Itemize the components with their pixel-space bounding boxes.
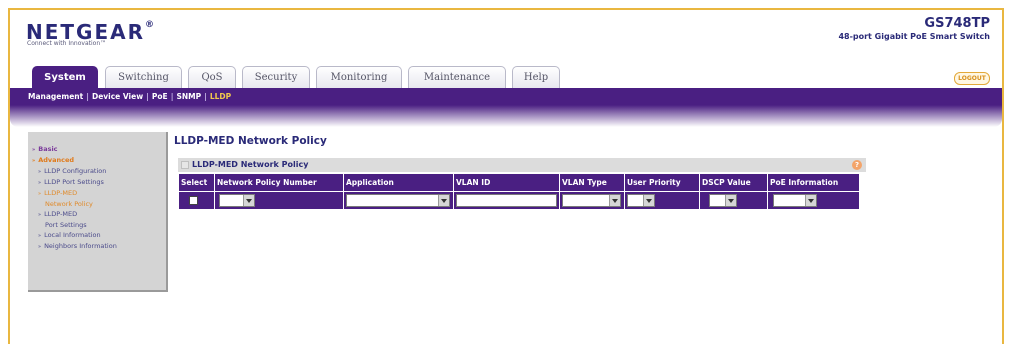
nav-arrow-icon: » — [38, 233, 42, 239]
subnav-separator: | — [86, 92, 89, 101]
user-priority-select[interactable] — [627, 194, 655, 207]
tab-help[interactable]: Help — [512, 66, 560, 88]
poe-information-select[interactable] — [773, 194, 817, 207]
poe-information-cell — [767, 191, 860, 210]
nav-lldp-configuration[interactable]: » LLDP Configuration — [28, 166, 166, 177]
subnav-lldp[interactable]: LLDP — [210, 92, 231, 101]
chevron-down-icon — [438, 195, 449, 206]
chevron-down-icon — [243, 195, 254, 206]
column-header-vlan-type: VLAN Type — [559, 173, 625, 192]
nav-arrow-icon: » — [38, 180, 42, 186]
vlan-type-cell — [559, 191, 625, 210]
tab-qos[interactable]: QoS — [188, 66, 236, 88]
nav-lldp-port-settings[interactable]: » LLDP Port Settings — [28, 177, 166, 188]
page-title: LLDP-MED Network Policy — [174, 135, 327, 147]
nav-item-label: Local Information — [44, 231, 101, 239]
subnav-poe[interactable]: PoE — [152, 92, 168, 101]
nav-item-label: LLDP Port Settings — [44, 178, 104, 186]
chevron-down-icon — [725, 195, 736, 206]
nav-item-label: LLDP Configuration — [44, 167, 107, 175]
column-header-dscp-value: DSCP Value — [699, 173, 768, 192]
dscp-value-cell — [699, 191, 768, 210]
nav-item-label: LLDP-MED — [44, 189, 78, 197]
table-row — [178, 191, 860, 210]
vlan-id-input[interactable] — [456, 194, 557, 207]
tab-system[interactable]: System — [32, 66, 98, 88]
panel-collapse-icon[interactable] — [181, 161, 189, 169]
content-header-band — [10, 105, 1002, 127]
subnav-separator: | — [170, 92, 174, 101]
nav-lldp-med-network-policy[interactable]: » LLDP-MED — [28, 188, 166, 199]
subnav-separator: | — [146, 92, 149, 101]
policy-number-cell — [214, 191, 344, 210]
tagline: Connect with Innovation™ — [27, 40, 107, 47]
nav-arrow-icon: » — [38, 191, 42, 197]
logout-button[interactable]: LOGOUT — [954, 72, 990, 85]
nav-basic[interactable]: » Basic — [28, 144, 166, 155]
column-header-user-priority: User Priority — [624, 173, 700, 192]
tab-switching[interactable]: Switching — [105, 66, 182, 88]
header: NETGEAR® Connect with Innovation™ GS748T… — [10, 10, 1002, 68]
help-icon[interactable]: ? — [852, 160, 862, 170]
column-header-select: Select — [178, 173, 215, 192]
vlan-id-cell — [453, 191, 560, 210]
nav-lldp-med-port-settings-line2[interactable]: Port Settings — [28, 220, 166, 230]
nav-neighbors-information[interactable]: » Neighbors Information — [28, 241, 166, 252]
model-name: GS748TP — [924, 16, 990, 31]
select-checkbox[interactable] — [189, 196, 198, 206]
nav-lldp-med-port-settings[interactable]: » LLDP-MED — [28, 209, 166, 220]
tab-monitoring[interactable]: Monitoring — [316, 66, 402, 88]
application-cell — [343, 191, 454, 210]
nav-arrow-icon: » — [32, 147, 36, 153]
registered-mark: ® — [145, 20, 156, 30]
select-cell — [178, 191, 215, 210]
subnav-separator: | — [204, 92, 207, 101]
nav-arrow-icon: » — [38, 212, 42, 218]
panel-title: LLDP-MED Network Policy — [192, 160, 309, 169]
chevron-down-icon — [643, 195, 654, 206]
vlan-type-select[interactable] — [562, 194, 621, 207]
subnav-management[interactable]: Management — [28, 92, 83, 101]
user-priority-cell — [624, 191, 700, 210]
column-header-network-policy-number: Network Policy Number — [214, 173, 344, 192]
column-header-vlan-id: VLAN ID — [453, 173, 560, 192]
sub-navigation: Management | Device View | PoE | SNMP | LLDP — [10, 88, 1002, 105]
left-navigation: » Basic » Advanced » LLDP Configuration » LL… — [28, 132, 168, 292]
tab-maintenance[interactable]: Maintenance — [408, 66, 506, 88]
nav-basic-label: Basic — [38, 145, 58, 153]
chevron-down-icon — [609, 195, 620, 206]
browser-frame: NETGEAR® Connect with Innovation™ GS748T… — [8, 8, 1004, 344]
panel-header: LLDP-MED Network Policy ? — [178, 158, 866, 172]
application-select[interactable] — [346, 194, 450, 207]
nav-advanced[interactable]: » Advanced — [28, 155, 166, 166]
main-tab-bar: System Switching QoS Security Monitoring… — [10, 66, 1002, 88]
nav-arrow-icon: » — [38, 244, 42, 250]
subnav-snmp[interactable]: SNMP — [176, 92, 201, 101]
nav-local-information[interactable]: » Local Information — [28, 230, 166, 241]
model-description: 48-port Gigabit PoE Smart Switch — [838, 32, 990, 41]
nav-advanced-label: Advanced — [38, 156, 75, 164]
network-policy-table: Select Network Policy Number Application… — [178, 173, 860, 210]
subnav-device-view[interactable]: Device View — [92, 92, 143, 101]
network-policy-panel: LLDP-MED Network Policy ? Select Network… — [178, 158, 866, 214]
dscp-value-select[interactable] — [709, 194, 737, 207]
table-header-row: Select Network Policy Number Application… — [178, 173, 860, 192]
nav-arrow-icon: » — [38, 169, 42, 175]
nav-arrow-icon: » — [32, 158, 36, 164]
tab-security[interactable]: Security — [242, 66, 310, 88]
nav-item-label: LLDP-MED — [44, 210, 78, 218]
nav-lldp-med-network-policy-line2[interactable]: Network Policy — [28, 199, 166, 209]
nav-item-label: Neighbors Information — [44, 242, 117, 250]
column-header-poe-information: PoE Information — [767, 173, 860, 192]
column-header-application: Application — [343, 173, 454, 192]
chevron-down-icon — [805, 195, 816, 206]
network-policy-number-select[interactable] — [219, 194, 255, 207]
